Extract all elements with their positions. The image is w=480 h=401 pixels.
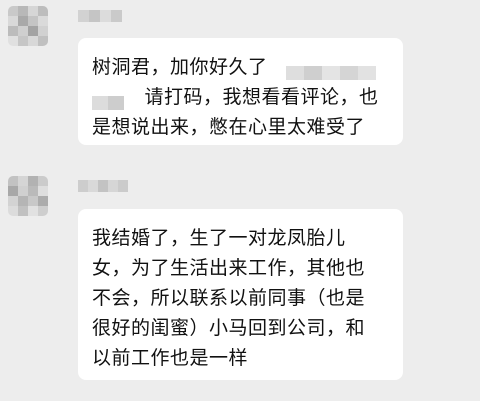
message-line: 很好的闺蜜）小马回到公司，和 [92,317,366,339]
message-line: 女，为了生活出来工作，其他也 [92,257,366,279]
message-line: 是想说出来，憋在心里太难受了 [92,116,366,138]
sender-avatar-blurred[interactable] [8,176,48,216]
sender-name-blurred [78,180,128,192]
sender-name-blurred [78,10,122,22]
sender-avatar-blurred[interactable] [8,6,48,46]
message-line: 树洞君，加你好久了 [92,52,389,82]
message-line: 我结婚了，生了一对龙凤胎儿 [92,227,346,249]
message-bubble[interactable]: 树洞君，加你好久了 请打码，我想看看评论，也 是想说出来，憋在心里太难受了 [78,38,403,145]
message-line: 不会，所以联系以前同事（也是 [92,287,366,309]
redacted-text-blur [286,59,377,80]
message-line: 以前工作也是一样 [92,347,249,369]
message-bubble[interactable]: 我结婚了，生了一对龙凤胎儿 女，为了生活出来工作，其他也 不会，所以联系以前同事… [78,209,403,380]
message-line: 请打码，我想看看评论，也 [92,82,389,112]
redacted-text-blur [92,89,124,110]
